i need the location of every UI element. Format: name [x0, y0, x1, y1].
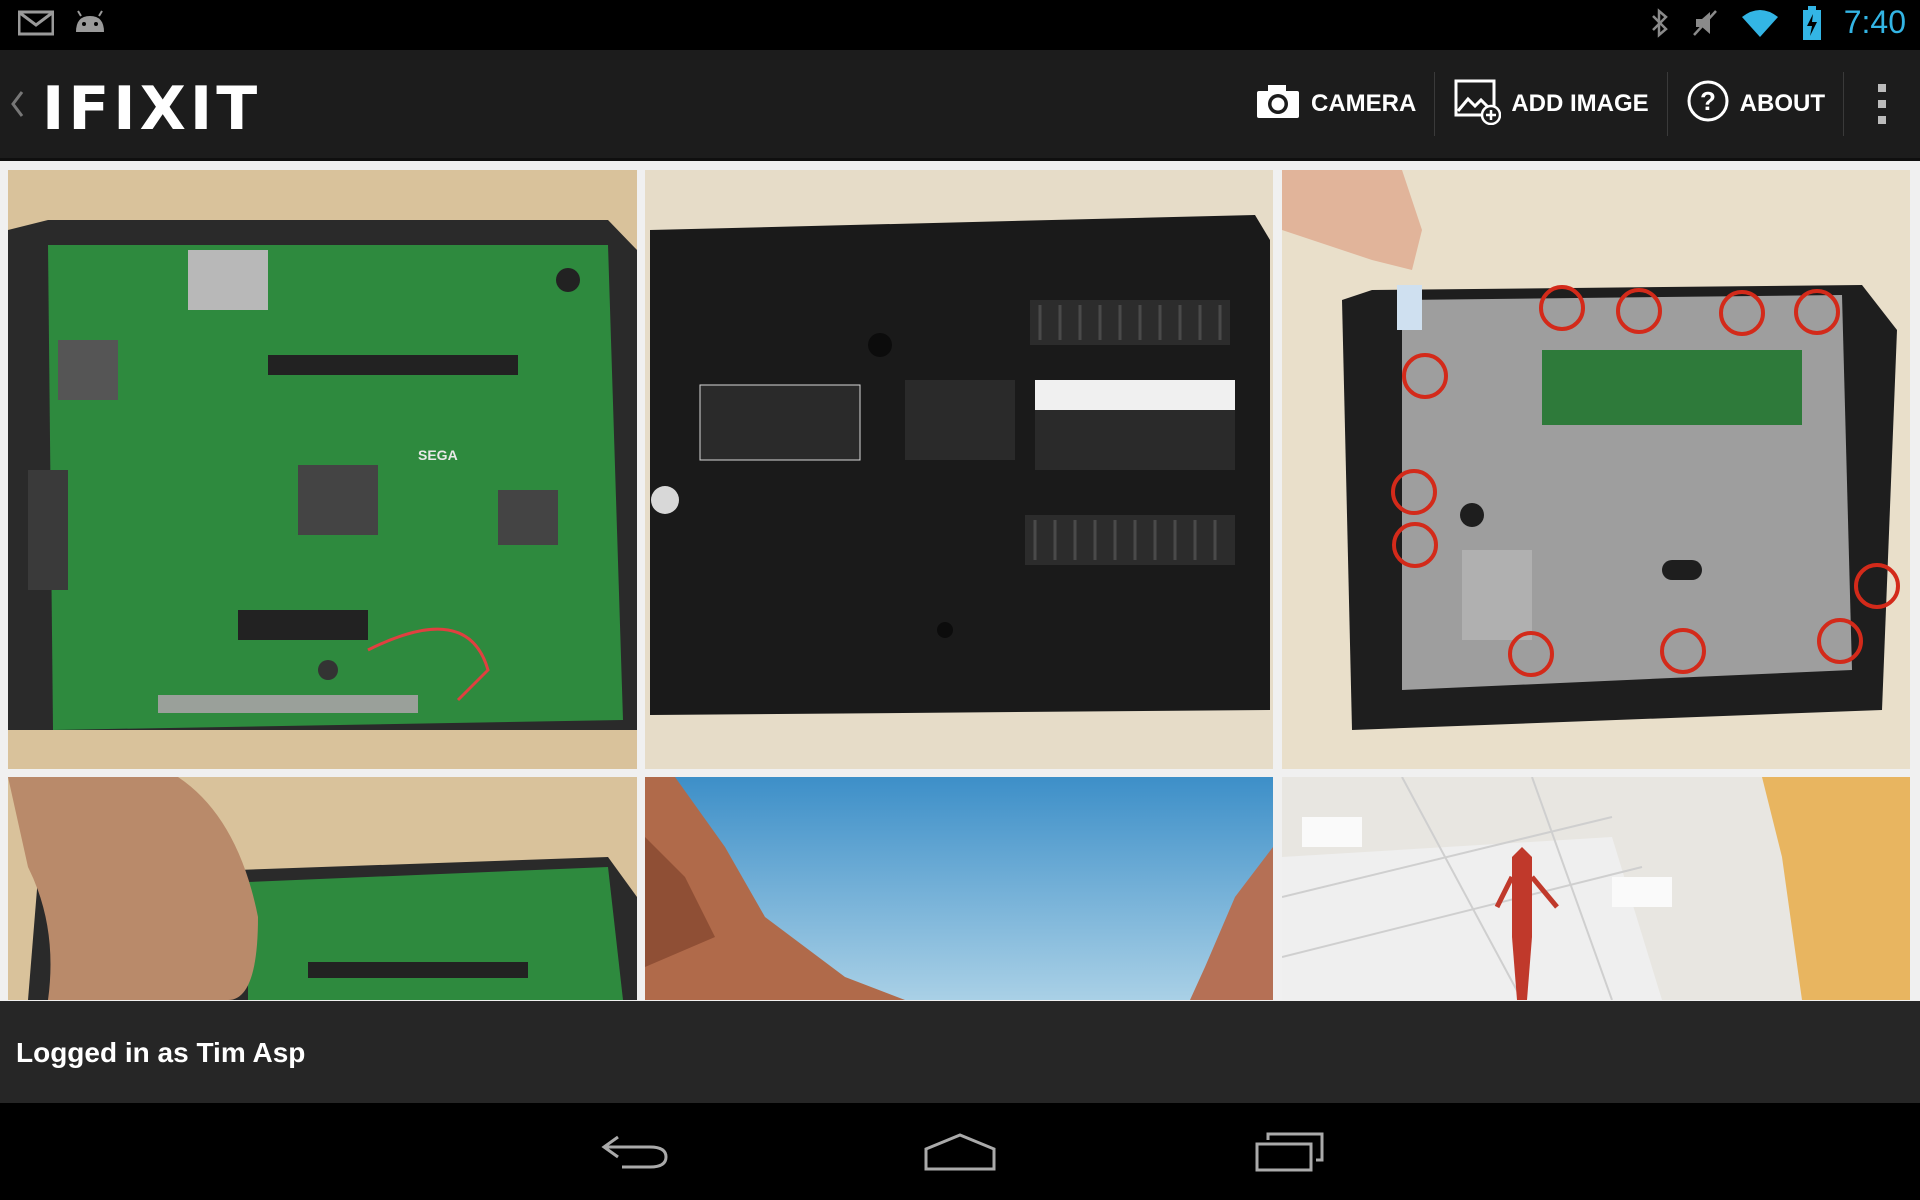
system-nav-bar	[0, 1103, 1920, 1200]
home-icon[interactable]	[910, 1123, 1010, 1179]
about-button[interactable]: ? ABOUT	[1668, 72, 1844, 136]
status-bar: 7:40	[0, 0, 1920, 50]
mute-icon	[1692, 7, 1718, 39]
gallery-image-console-screws[interactable]	[1282, 170, 1910, 769]
overflow-menu-icon[interactable]	[1844, 50, 1920, 158]
camera-button[interactable]: CAMERA	[1237, 72, 1436, 136]
image-gallery: SEGA	[0, 161, 1920, 1001]
camera-button-label: CAMERA	[1311, 90, 1417, 117]
camera-icon	[1255, 82, 1301, 127]
battery-charging-icon	[1802, 5, 1822, 41]
wifi-icon	[1740, 7, 1780, 39]
svg-text:SEGA: SEGA	[418, 447, 458, 463]
up-navigation-icon[interactable]	[8, 88, 26, 125]
gallery-image-circuit-board[interactable]: SEGA	[8, 170, 637, 769]
action-bar: IFIXIT CAMERA ADD IMAGE ? ABOUT	[0, 50, 1920, 161]
clock: 7:40	[1843, 4, 1906, 40]
add-image-button[interactable]: ADD IMAGE	[1435, 72, 1668, 136]
gallery-image-ceiling[interactable]	[1282, 777, 1910, 1000]
add-image-button-label: ADD IMAGE	[1511, 90, 1649, 117]
recents-icon[interactable]	[1240, 1123, 1340, 1179]
action-buttons: CAMERA ADD IMAGE ? ABOUT	[1237, 50, 1920, 158]
login-status[interactable]: Logged in as Tim Asp	[16, 1037, 305, 1069]
help-circle-icon: ?	[1686, 79, 1730, 130]
add-image-icon	[1453, 77, 1502, 132]
about-button-label: ABOUT	[1739, 90, 1825, 117]
bluetooth-icon	[1650, 7, 1670, 39]
back-icon[interactable]	[585, 1123, 685, 1179]
gallery-image-canyon[interactable]	[645, 777, 1273, 1000]
android-debug-icon	[72, 10, 108, 36]
gmail-icon	[18, 10, 54, 36]
app-logo[interactable]: IFIXIT	[42, 74, 261, 144]
svg-text:?: ?	[1700, 86, 1716, 116]
gallery-image-console-bottom[interactable]	[645, 170, 1273, 769]
login-footer: Logged in as Tim Asp	[0, 1001, 1920, 1103]
gallery-image-hand-board[interactable]	[8, 777, 637, 1000]
